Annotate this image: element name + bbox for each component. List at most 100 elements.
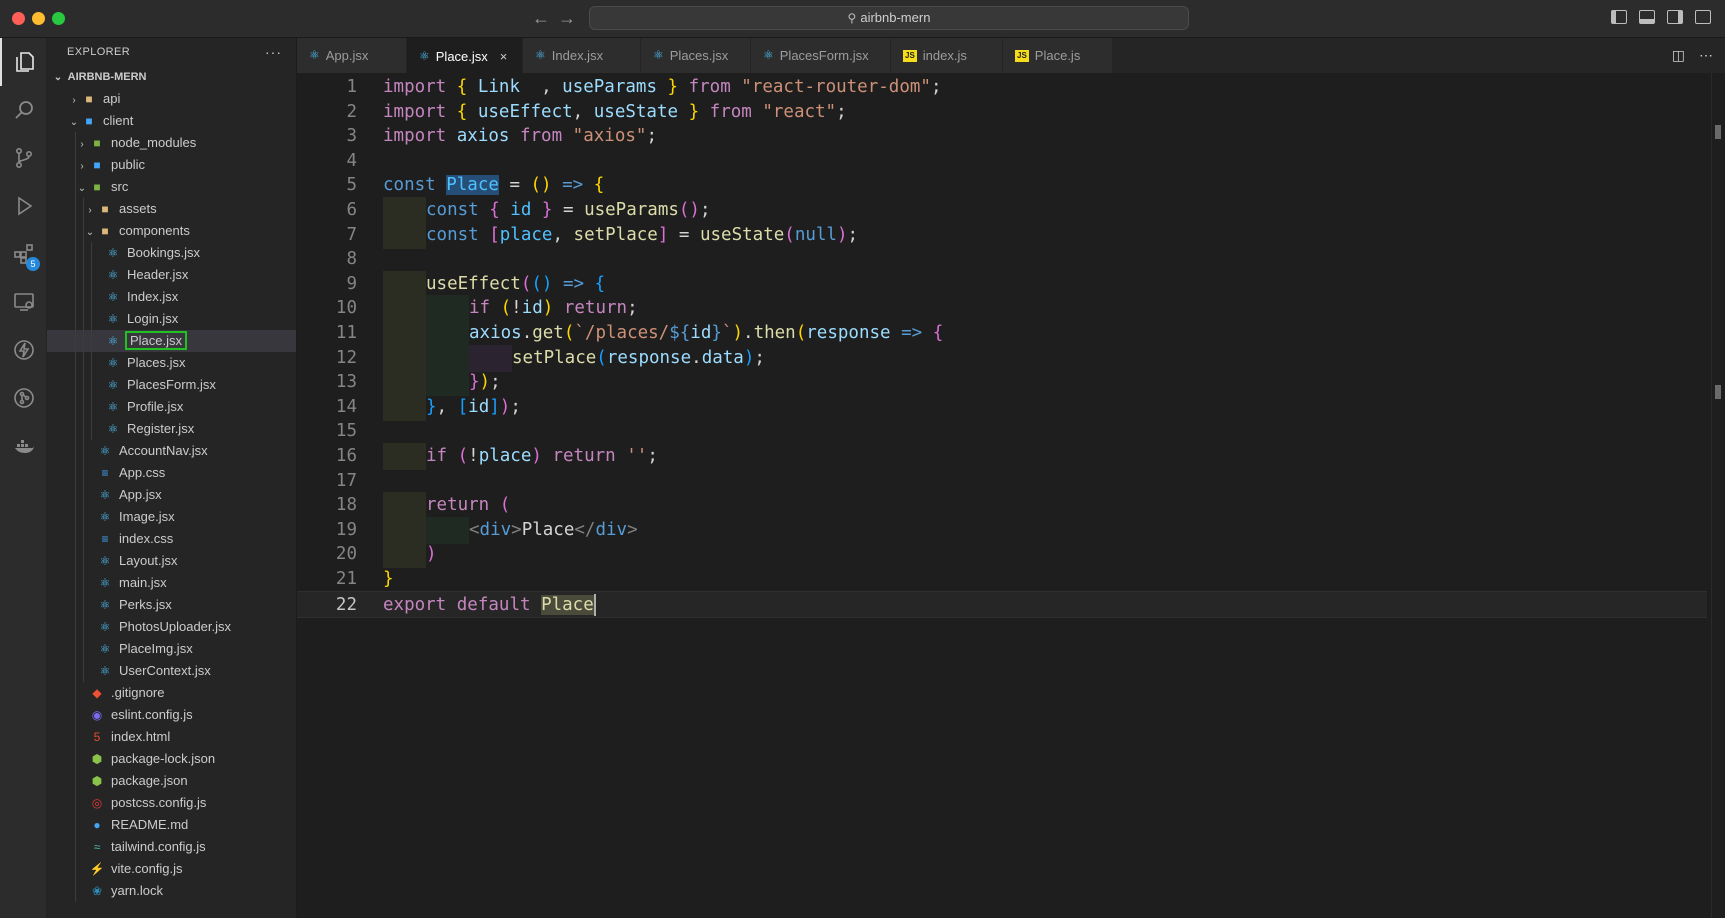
folder-client[interactable]: ⌄ ■ client	[47, 110, 296, 132]
scrollbar-marker	[1715, 385, 1721, 399]
file-index-html[interactable]: 5 index.html	[47, 726, 296, 748]
file-photosuploader[interactable]: ⚛ PhotosUploader.jsx	[47, 616, 296, 638]
code-line[interactable]: 2 import { useEffect, useState } from "re…	[297, 99, 1707, 126]
minimize-window-button[interactable]	[32, 12, 45, 25]
code-line[interactable]: 5 const Place = () => {	[297, 172, 1707, 199]
explorer-more-button[interactable]: ···	[265, 38, 282, 66]
run-debug-icon[interactable]	[0, 182, 47, 230]
code-line[interactable]: 12 setPlace(response.data);	[297, 344, 1707, 372]
toggle-panel-icon[interactable]	[1639, 10, 1655, 24]
folder-src[interactable]: ⌄ ■ src	[47, 176, 296, 198]
code-token: .	[521, 323, 533, 343]
code-line[interactable]: 3 import axios from "axios";	[297, 123, 1707, 150]
source-control-icon[interactable]	[0, 134, 47, 182]
file-accountnav[interactable]: ⚛ AccountNav.jsx	[47, 440, 296, 462]
react-file-icon: ⚛	[107, 422, 119, 436]
folder-api[interactable]: › ■ api	[47, 88, 296, 110]
file-index-jsx[interactable]: ⚛ Index.jsx	[47, 286, 296, 308]
code-line[interactable]: 1 import { Link , useParams } from "react…	[297, 74, 1707, 101]
file-eslint[interactable]: ◉ eslint.config.js	[47, 704, 296, 726]
close-window-button[interactable]	[12, 12, 25, 25]
code-line[interactable]: 6 const { id } = useParams();	[297, 197, 1707, 224]
code-line[interactable]: 14}, [id]);	[297, 393, 1707, 421]
more-actions-icon[interactable]: ⋯	[1699, 47, 1713, 64]
back-arrow-icon[interactable]: ←	[532, 8, 550, 29]
folder-assets[interactable]: › ■ assets	[47, 198, 296, 220]
customize-layout-icon[interactable]	[1695, 10, 1711, 24]
file-layout[interactable]: ⚛ Layout.jsx	[47, 550, 296, 572]
code-token: (	[500, 298, 512, 319]
indent-guide	[83, 506, 84, 528]
folder-node-modules[interactable]: › ■ node_modules	[47, 132, 296, 154]
code-editor[interactable]: 1 import { Link , useParams } from "react…	[297, 73, 1725, 918]
search-icon[interactable]	[0, 86, 47, 134]
tab-index-jsx[interactable]: ⚛ Index.jsx	[523, 38, 641, 73]
tab-app-jsx[interactable]: ⚛ App.jsx	[297, 38, 407, 73]
file-login[interactable]: ⚛ Login.jsx	[47, 308, 296, 330]
code-line[interactable]: 7 const [place, setPlace] = useState(null…	[297, 221, 1707, 249]
code-line[interactable]: 18 return (	[297, 492, 1707, 520]
code-line[interactable]: 15	[297, 418, 1707, 445]
thunder-client-icon[interactable]	[0, 326, 47, 374]
workspace-root[interactable]: ⌄ AIRBNB-MERN	[47, 66, 296, 88]
explorer-icon[interactable]	[0, 38, 47, 86]
code-line[interactable]: 10 if (!id) return;	[297, 295, 1707, 323]
file-place[interactable]: ⚛ Place.jsx	[47, 330, 296, 352]
file-package-json[interactable]: ⬢ package.json	[47, 770, 296, 792]
forward-arrow-icon[interactable]: →	[558, 8, 576, 29]
code-line[interactable]: 20)	[297, 541, 1707, 569]
file-app-jsx[interactable]: ⚛ App.jsx	[47, 484, 296, 506]
code-line[interactable]: 13});	[297, 369, 1707, 397]
file-perks[interactable]: ⚛ Perks.jsx	[47, 594, 296, 616]
folder-components[interactable]: ⌄ ■ components	[47, 220, 296, 242]
split-editor-icon[interactable]: ◫	[1672, 47, 1685, 64]
folder-public[interactable]: › ■ public	[47, 154, 296, 176]
file-vite[interactable]: ⚡ vite.config.js	[47, 858, 296, 880]
toggle-primary-sidebar-icon[interactable]	[1611, 10, 1627, 24]
file-gitignore[interactable]: ◆ .gitignore	[47, 682, 296, 704]
editor-scrollbar[interactable]	[1711, 73, 1725, 918]
file-package-lock[interactable]: ⬢ package-lock.json	[47, 748, 296, 770]
file-main[interactable]: ⚛ main.jsx	[47, 572, 296, 594]
file-readme[interactable]: ● README.md	[47, 814, 296, 836]
file-profile[interactable]: ⚛ Profile.jsx	[47, 396, 296, 418]
code-token: (	[563, 323, 575, 343]
file-places[interactable]: ⚛ Places.jsx	[47, 352, 296, 374]
code-line[interactable]: 16 if (!place) return '';	[297, 443, 1707, 470]
tab-places-jsx[interactable]: ⚛ Places.jsx	[641, 38, 751, 73]
explorer-title: EXPLORER	[67, 46, 131, 58]
file-tailwind[interactable]: ≈ tailwind.config.js	[47, 836, 296, 858]
code-line[interactable]: 19 <div>Place</div>	[297, 516, 1707, 544]
react-file-icon: ⚛	[107, 246, 119, 260]
tab-place-jsx[interactable]: ⚛ Place.jsx ×	[407, 38, 523, 73]
toggle-secondary-sidebar-icon[interactable]	[1667, 10, 1683, 24]
command-center-search[interactable]: ⚲ airbnb-mern	[589, 6, 1189, 30]
file-image[interactable]: ⚛ Image.jsx	[47, 506, 296, 528]
close-tab-icon[interactable]: ×	[500, 39, 508, 74]
file-placeimg[interactable]: ⚛ PlaceImg.jsx	[47, 638, 296, 660]
docker-icon[interactable]	[0, 422, 47, 470]
code-line[interactable]: 17	[297, 468, 1707, 495]
file-app-css[interactable]: ≡ App.css	[47, 462, 296, 484]
file-register[interactable]: ⚛ Register.jsx	[47, 418, 296, 440]
file-usercontext[interactable]: ⚛ UserContext.jsx	[47, 660, 296, 682]
file-yarn-lock[interactable]: ❀ yarn.lock	[47, 880, 296, 902]
code-line[interactable]: 4	[297, 148, 1707, 175]
tab-placesform-jsx[interactable]: ⚛ PlacesForm.jsx	[751, 38, 891, 73]
tab-place-js[interactable]: JS Place.js	[1003, 38, 1113, 73]
extensions-icon[interactable]: 5	[0, 230, 47, 278]
file-postcss[interactable]: ◎ postcss.config.js	[47, 792, 296, 814]
file-header[interactable]: ⚛ Header.jsx	[47, 264, 296, 286]
code-line[interactable]: 11 axios.get(`/places/${id}`).then(respon…	[297, 320, 1707, 347]
code-line[interactable]: 8	[297, 246, 1707, 273]
file-index-css[interactable]: ≡ index.css	[47, 528, 296, 550]
tab-index-js[interactable]: JS index.js	[891, 38, 1003, 73]
remote-explorer-icon[interactable]	[0, 278, 47, 326]
maximize-window-button[interactable]	[52, 12, 65, 25]
code-line[interactable]: 22 export default Place	[297, 590, 1707, 618]
code-line[interactable]: 21}	[297, 566, 1707, 593]
file-placesform[interactable]: ⚛ PlacesForm.jsx	[47, 374, 296, 396]
git-graph-icon[interactable]	[0, 374, 47, 422]
code-line[interactable]: 9 useEffect(() => {	[297, 270, 1707, 298]
file-bookings[interactable]: ⚛ Bookings.jsx	[47, 242, 296, 264]
